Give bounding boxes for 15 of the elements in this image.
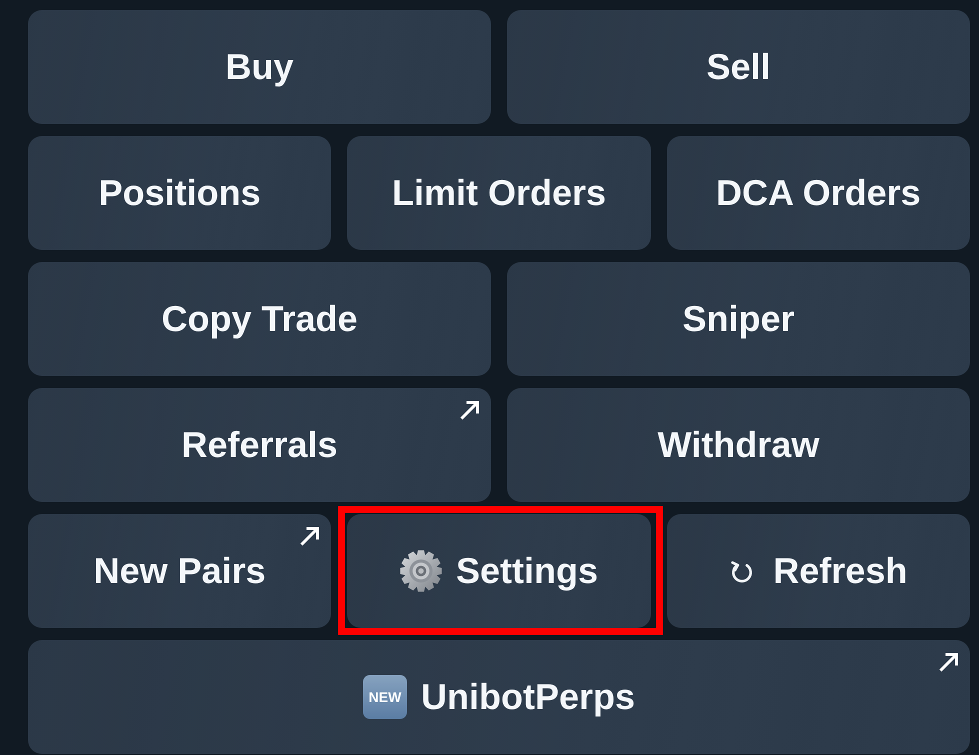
new-badge: NEW bbox=[362, 675, 407, 719]
keyboard-button[interactable]: Sniper bbox=[507, 262, 970, 376]
keyboard-button[interactable]: New Pairs bbox=[28, 514, 332, 628]
gear-icon bbox=[400, 550, 442, 592]
keyboard-button[interactable]: Sell bbox=[507, 10, 970, 124]
keyboard-button[interactable]: Refresh bbox=[666, 514, 970, 628]
keyboard-button[interactable]: Buy bbox=[28, 10, 491, 124]
keyboard-button[interactable]: Settings bbox=[347, 514, 651, 628]
keyboard-button[interactable]: NEW UnibotPerps bbox=[28, 640, 970, 754]
keyboard-button[interactable]: Limit Orders bbox=[347, 136, 651, 250]
keyboard-button[interactable]: DCA Orders bbox=[666, 136, 970, 250]
keyboard-button[interactable]: Referrals bbox=[28, 388, 491, 502]
keyboard-button[interactable]: Positions bbox=[28, 136, 332, 250]
keyboard-button[interactable]: Withdraw bbox=[507, 388, 970, 502]
keyboard-button[interactable]: Copy Trade bbox=[28, 262, 491, 376]
